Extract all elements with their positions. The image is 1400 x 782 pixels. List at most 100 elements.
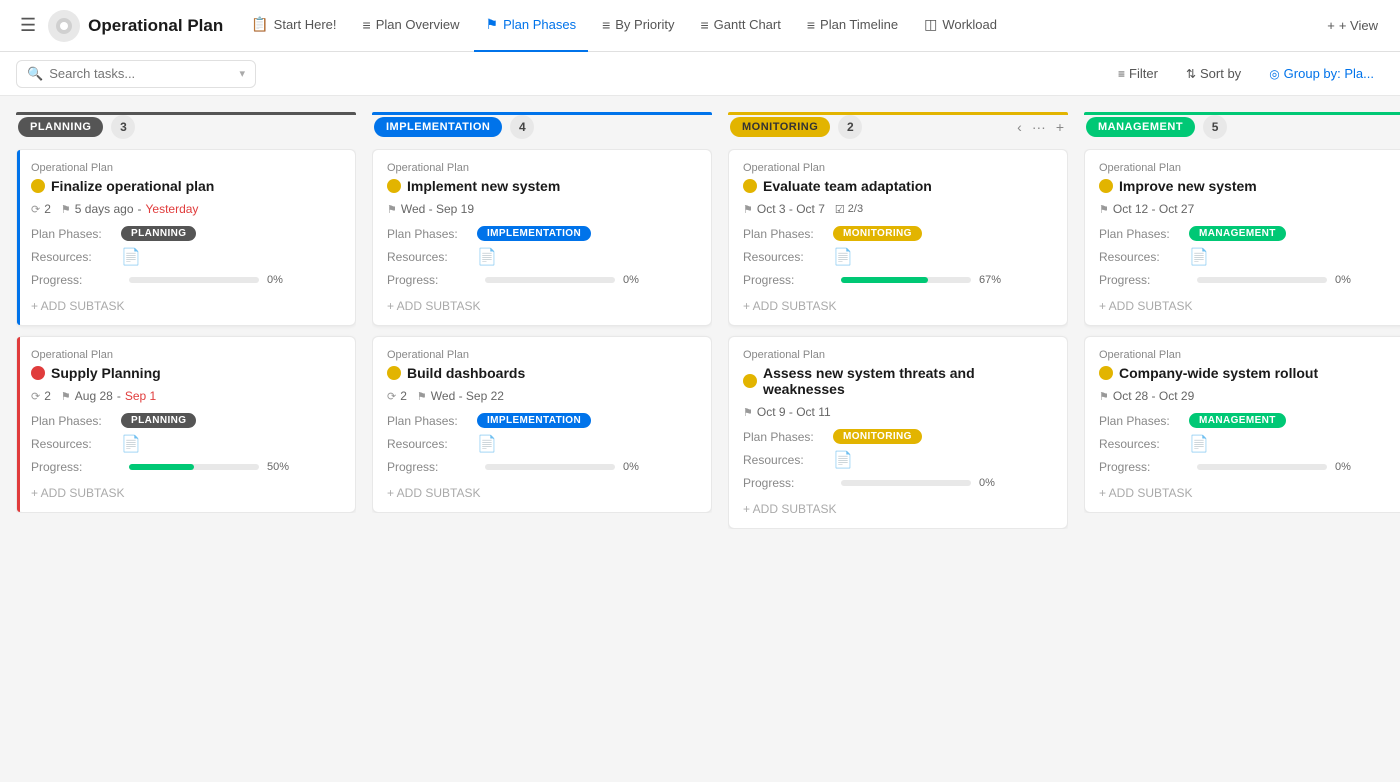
add-subtask-button[interactable]: + ADD SUBTASK bbox=[387, 293, 697, 315]
add-subtask-button[interactable]: + ADD SUBTASK bbox=[743, 293, 1053, 315]
card-phase-row: Plan Phases: IMPLEMENTATION bbox=[387, 226, 697, 241]
col-back-btn[interactable]: ‹ bbox=[1015, 117, 1024, 137]
card-left-bar bbox=[17, 337, 20, 512]
card-meta: ⚑Oct 28 - Oct 29 bbox=[1099, 389, 1400, 403]
hamburger-icon[interactable]: ☰ bbox=[12, 11, 44, 40]
card-date1: Aug 28 bbox=[75, 389, 113, 403]
nav-tab-gantt-chart[interactable]: ≡Gantt Chart bbox=[688, 0, 792, 52]
cards-list-monitoring: Operational Plan Evaluate team adaptatio… bbox=[728, 149, 1068, 529]
phase-label: Plan Phases: bbox=[31, 227, 121, 241]
sort-by-button[interactable]: ⇅ Sort by bbox=[1176, 61, 1251, 86]
nav-tab-plan-phases[interactable]: ⚑Plan Phases bbox=[474, 0, 589, 52]
card-progress-row: Progress: 0% bbox=[743, 476, 1053, 490]
group-by-button[interactable]: ◎ Group by: Pla... bbox=[1259, 61, 1384, 86]
progress-bar-bg bbox=[485, 464, 615, 470]
resources-label: Resources: bbox=[387, 250, 477, 264]
card-meta: ⚑ Oct 9 - Oct 11 bbox=[743, 405, 1053, 419]
card-flag: ⚑Aug 28 - Sep 1 bbox=[61, 389, 156, 403]
group-by-label: Group by: Pla... bbox=[1284, 66, 1374, 81]
card-date1: Wed - Sep 22 bbox=[431, 389, 504, 403]
card-meta: ⟳2 ⚑Aug 28 - Sep 1 bbox=[31, 389, 341, 403]
column-header-management: MANAGEMENT5 bbox=[1084, 115, 1400, 139]
progress-label: Progress: bbox=[743, 273, 833, 287]
status-dot bbox=[387, 366, 401, 380]
card-title-row: Finalize operational plan bbox=[31, 178, 341, 194]
flag-icon: ⚑ bbox=[743, 406, 753, 419]
add-view-button[interactable]: + + View bbox=[1317, 12, 1388, 39]
progress-bar-fill bbox=[841, 277, 928, 283]
group-icon: ◎ bbox=[1269, 67, 1279, 81]
tab-label-plan-overview: Plan Overview bbox=[376, 17, 460, 32]
flag-icon: ⚑ bbox=[1099, 390, 1109, 403]
column-count-planning: 3 bbox=[111, 115, 135, 139]
card-title-row: Build dashboards bbox=[387, 365, 697, 381]
card-progress-row: Progress: 0% bbox=[1099, 273, 1400, 287]
add-subtask-button[interactable]: + ADD SUBTASK bbox=[1099, 480, 1400, 502]
status-dot bbox=[387, 179, 401, 193]
card-progress-row: Progress: 0% bbox=[387, 273, 697, 287]
status-dot bbox=[743, 374, 757, 388]
search-input[interactable] bbox=[49, 66, 219, 81]
card-resources-row: Resources: 📄 bbox=[387, 247, 697, 267]
task-card-card-1[interactable]: Operational Plan Finalize operational pl… bbox=[16, 149, 356, 326]
task-card-card-4[interactable]: Operational Plan Build dashboards ⟳2⚑Wed… bbox=[372, 336, 712, 513]
tab-icon-start-here: 📋 bbox=[251, 16, 268, 33]
card-resources-row: Resources: 📄 bbox=[1099, 434, 1400, 454]
card-count: ⟳2 bbox=[31, 389, 51, 403]
card-project: Operational Plan bbox=[1099, 349, 1400, 361]
task-card-card-7[interactable]: Operational Plan Improve new system ⚑Oct… bbox=[1084, 149, 1400, 326]
card-meta: ⟳2⚑5 days ago - Yesterday bbox=[31, 202, 341, 216]
tab-icon-plan-timeline: ≡ bbox=[807, 17, 815, 33]
task-card-card-3[interactable]: Operational Plan Implement new system ⚑W… bbox=[372, 149, 712, 326]
app-logo bbox=[48, 10, 80, 42]
phase-badge: PLANNING bbox=[121, 226, 196, 241]
card-date1: Oct 9 - Oct 11 bbox=[757, 405, 831, 419]
nav-tab-by-priority[interactable]: ≡By Priority bbox=[590, 0, 686, 52]
progress-bar-bg bbox=[129, 277, 259, 283]
progress-bar-fill bbox=[129, 464, 194, 470]
card-phase-row: Plan Phases: MONITORING bbox=[743, 429, 1053, 444]
add-subtask-button[interactable]: + ADD SUBTASK bbox=[1099, 293, 1400, 315]
task-card-card-6[interactable]: Operational Plan Assess new system threa… bbox=[728, 336, 1068, 529]
link-icon: ⟳ bbox=[31, 203, 40, 216]
column-count-implementation: 4 bbox=[510, 115, 534, 139]
add-subtask-button[interactable]: + ADD SUBTASK bbox=[387, 480, 697, 502]
nav-tab-plan-timeline[interactable]: ≡Plan Timeline bbox=[795, 0, 910, 52]
cards-list-planning: Operational Plan Finalize operational pl… bbox=[16, 149, 356, 513]
filter-button[interactable]: ≡ Filter bbox=[1108, 61, 1168, 86]
card-title: Company-wide system rollout bbox=[1119, 365, 1318, 381]
add-subtask-button[interactable]: + ADD SUBTASK bbox=[31, 293, 341, 315]
phase-badge: MONITORING bbox=[833, 226, 922, 241]
resources-label: Resources: bbox=[743, 250, 833, 264]
card-phase-row: Plan Phases: MANAGEMENT bbox=[1099, 413, 1400, 428]
board-container: PLANNING 3 Operational Plan Finalize oper… bbox=[0, 96, 1400, 782]
nav-tab-start-here[interactable]: 📋Start Here! bbox=[239, 0, 348, 52]
task-card-card-2[interactable]: Operational Plan Supply Planning ⟳2⚑Aug … bbox=[16, 336, 356, 513]
task-card-card-5[interactable]: Operational Plan Evaluate team adaptatio… bbox=[728, 149, 1068, 326]
progress-label: Progress: bbox=[31, 273, 121, 287]
add-subtask-button[interactable]: + ADD SUBTASK bbox=[743, 496, 1053, 518]
card-progress-row: Progress: 0% bbox=[387, 460, 697, 474]
column-badge-management: MANAGEMENT bbox=[1086, 117, 1195, 137]
card-meta: ⚑Oct 12 - Oct 27 bbox=[1099, 202, 1400, 216]
card-title: Assess new system threats and weaknesses bbox=[763, 365, 1053, 397]
nav-tab-workload[interactable]: ◫Workload bbox=[912, 0, 1009, 52]
column-badge-planning: PLANNING bbox=[18, 117, 103, 137]
card-meta: ⚑Wed - Sep 19 bbox=[387, 202, 697, 216]
task-card-card-8[interactable]: Operational Plan Company-wide system rol… bbox=[1084, 336, 1400, 513]
add-subtask-button[interactable]: + ADD SUBTASK bbox=[31, 480, 341, 502]
card-flag: ⚑Wed - Sep 22 bbox=[417, 389, 504, 403]
phase-badge: MANAGEMENT bbox=[1189, 413, 1286, 428]
col-add-btn[interactable]: + bbox=[1054, 117, 1066, 137]
card-title: Finalize operational plan bbox=[51, 178, 214, 194]
card-resources-row: Resources: 📄 bbox=[31, 247, 341, 267]
tab-label-plan-phases: Plan Phases bbox=[503, 17, 576, 32]
col-more-btn[interactable]: ··· bbox=[1030, 117, 1048, 137]
search-box[interactable]: 🔍 ▾ bbox=[16, 60, 256, 88]
progress-pct: 50% bbox=[267, 461, 289, 473]
phase-label: Plan Phases: bbox=[743, 430, 833, 444]
card-date1: Wed - Sep 19 bbox=[401, 202, 474, 216]
nav-tab-plan-overview[interactable]: ≡Plan Overview bbox=[351, 0, 472, 52]
progress-label: Progress: bbox=[1099, 273, 1189, 287]
filter-label: Filter bbox=[1129, 66, 1158, 81]
